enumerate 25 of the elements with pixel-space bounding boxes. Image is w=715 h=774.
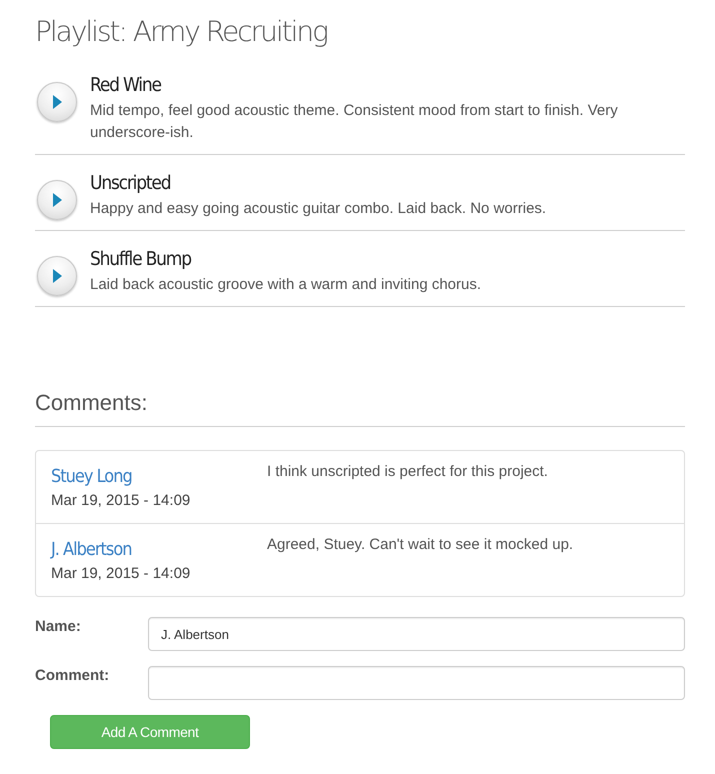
play-button[interactable] (37, 82, 77, 122)
comment-author[interactable]: Stuey Long (51, 464, 132, 490)
field-label: Name: (35, 617, 81, 637)
track-description: Laid back acoustic groove with a warm and inviting chorus. (90, 275, 482, 295)
play-icon (52, 269, 62, 283)
track-title: Red Wine (90, 73, 161, 97)
field-label: Comment: (35, 666, 110, 686)
track-description: Happy and easy going acoustic guitar combo. Laid back. No worries. (90, 199, 546, 219)
comment-text: Agreed, Stuey. Can't wait to see it mocked up. (267, 535, 574, 555)
play-button[interactable] (37, 180, 77, 220)
comments-heading: Comments: (35, 388, 685, 427)
play-icon (52, 95, 62, 109)
track-title: Unscripted (90, 171, 170, 195)
play-icon (52, 193, 62, 207)
track-description: Mid tempo, feel good acoustic theme. Consistent mood from start to finish. Very underscore-ish. (90, 101, 619, 143)
comment-text: I think unscripted is perfect for this project. (267, 462, 549, 482)
play-button[interactable] (37, 256, 77, 296)
playlist-title: Playlist: Army Recruiting (35, 14, 327, 50)
input-field[interactable]: J. Albertson (148, 617, 685, 651)
track-title: Shuffle Bump (90, 247, 191, 271)
add-comment-button[interactable]: Add A Comment (50, 715, 250, 749)
input-field[interactable] (148, 666, 685, 700)
comment-date: Mar 19, 2015 - 14:09 (51, 564, 190, 584)
comment-author[interactable]: J. Albertson (51, 537, 132, 563)
comment-date: Mar 19, 2015 - 14:09 (51, 491, 190, 511)
